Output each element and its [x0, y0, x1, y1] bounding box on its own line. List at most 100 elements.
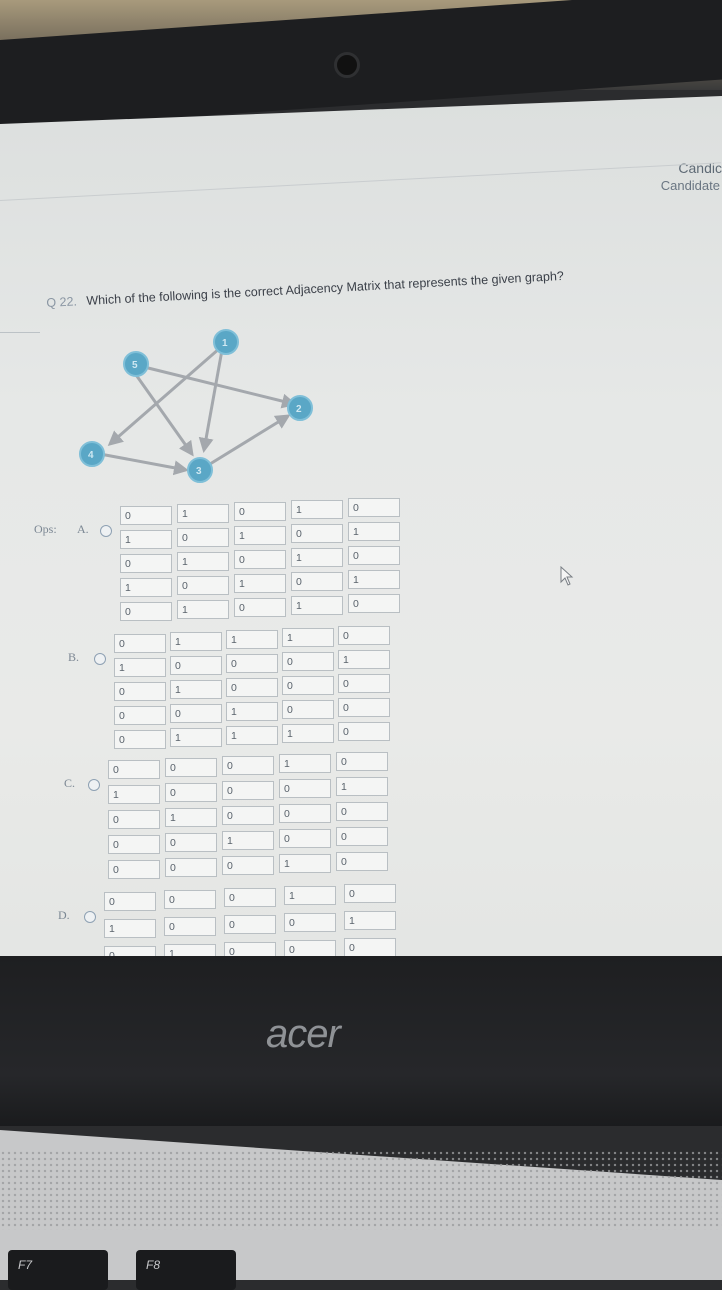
matrix-cell: 1: [282, 628, 334, 647]
speaker-grille: [0, 1150, 722, 1230]
matrix-cell: 1: [338, 650, 390, 669]
matrix-cell: 0: [164, 917, 216, 936]
brand-logo: acer: [266, 1012, 341, 1056]
matrix-cell: 0: [336, 827, 388, 846]
matrix-cell: 0: [164, 890, 216, 909]
matrix-cell: 0: [279, 779, 331, 798]
matrix-cell: 1: [234, 574, 286, 593]
question-number: Q 22.: [46, 294, 78, 310]
matrix-cell: 1: [114, 658, 166, 677]
matrix-cell: 0: [165, 833, 217, 852]
matrix-cell: 0: [222, 756, 274, 775]
matrix-cell: 1: [291, 596, 343, 615]
matrix-cell: 1: [226, 726, 278, 745]
matrix-cell: 1: [291, 548, 343, 567]
graph-edge: [132, 371, 194, 457]
matrix-cell: 1: [348, 570, 400, 589]
matrix-cell: 0: [344, 884, 396, 903]
matrix-cell: 1: [284, 886, 336, 905]
graph-node-3: 3: [187, 457, 213, 483]
matrix-cell: 0: [224, 915, 276, 934]
matrix-cell: 1: [177, 504, 229, 523]
matrix-cell: 0: [282, 676, 334, 695]
matrix-cell: 1: [291, 500, 343, 519]
matrix-cell: 1: [104, 919, 156, 938]
matrix-cell: 0: [222, 806, 274, 825]
option-letter: A.: [77, 522, 89, 536]
matrix-cell: 1: [226, 630, 278, 649]
header-divider: [0, 162, 722, 201]
matrix-cell: 0: [177, 528, 229, 547]
matrix-cell: 0: [344, 938, 396, 957]
graph-node-label: 4: [88, 450, 94, 461]
webcam-icon: [334, 52, 360, 78]
options-label: Ops:: [34, 522, 57, 536]
matrix-cell: 0: [336, 802, 388, 821]
matrix-cell: 0: [282, 700, 334, 719]
matrix-cell: 0: [224, 888, 276, 907]
matrix-cell: 0: [165, 783, 217, 802]
matrix-cell: 0: [291, 524, 343, 543]
matrix-cell: 0: [177, 576, 229, 595]
radio-button-icon[interactable]: [88, 779, 100, 791]
option-letter: D.: [58, 908, 70, 922]
graph-node-label: 2: [296, 404, 302, 415]
matrix-cell: 1: [165, 808, 217, 827]
matrix-cell: 1: [120, 578, 172, 597]
matrix-cell: 1: [336, 777, 388, 796]
matrix-cell: 0: [234, 502, 286, 521]
matrix-cell: 1: [177, 552, 229, 571]
function-key-row: F7 F8: [0, 1240, 722, 1290]
mouse-pointer-icon: [560, 566, 574, 586]
matrix-cell: 1: [279, 754, 331, 773]
matrix-cell: 0: [104, 892, 156, 911]
directed-graph-figure: 1 2 3 4 5: [79, 329, 313, 483]
matrix-cell: 0: [165, 758, 217, 777]
matrix-cell: 0: [348, 546, 400, 565]
matrix-cell: 1: [170, 680, 222, 699]
matrix-cell: 0: [338, 626, 390, 645]
matrix-cell: 0: [120, 602, 172, 621]
matrix-cell: 0: [108, 860, 160, 879]
matrix-cell: 1: [226, 702, 278, 721]
matrix-cell: 0: [338, 722, 390, 741]
radio-button-icon[interactable]: [100, 525, 112, 537]
question-marker: [0, 332, 40, 333]
option-letter: C.: [64, 776, 76, 790]
matrix-cell: 0: [336, 852, 388, 871]
graph-node-label: 5: [132, 360, 138, 371]
matrix-cell: 1: [234, 526, 286, 545]
key-f7[interactable]: F7: [8, 1250, 108, 1290]
matrix-cell: 1: [120, 530, 172, 549]
matrix-cell: 1: [170, 632, 222, 651]
matrix-cell: 0: [114, 730, 166, 749]
key-f8[interactable]: F8: [136, 1250, 236, 1290]
graph-edge: [198, 349, 224, 453]
graph-node-5: 5: [123, 351, 149, 377]
graph-node-label: 3: [196, 466, 202, 477]
matrix-cell: 0: [108, 835, 160, 854]
matrix-cell: 0: [120, 554, 172, 573]
radio-button-icon[interactable]: [84, 911, 96, 923]
matrix-cell: 0: [114, 706, 166, 725]
laptop-bottom-bezel: [0, 956, 722, 1126]
matrix-cell: 0: [282, 652, 334, 671]
matrix-cell: 1: [170, 728, 222, 747]
matrix-cell: 0: [234, 550, 286, 569]
matrix-cell: 0: [222, 856, 274, 875]
matrix-cell: 1: [282, 724, 334, 743]
matrix-cell: 0: [165, 858, 217, 877]
matrix-cell: 0: [291, 572, 343, 591]
matrix-cell: 0: [234, 598, 286, 617]
candidate-label: Candidate: [660, 178, 720, 193]
graph-node-1: 1: [213, 329, 239, 355]
matrix-cell: 0: [222, 781, 274, 800]
graph-node-4: 4: [79, 441, 105, 467]
matrix-cell: 1: [108, 785, 160, 804]
matrix-cell: 0: [226, 654, 278, 673]
matrix-cell: 0: [114, 634, 166, 653]
matrix-cell: 1: [177, 600, 229, 619]
matrix-cell: 0: [284, 913, 336, 932]
radio-button-icon[interactable]: [94, 653, 106, 665]
graph-node-2: 2: [287, 395, 313, 421]
